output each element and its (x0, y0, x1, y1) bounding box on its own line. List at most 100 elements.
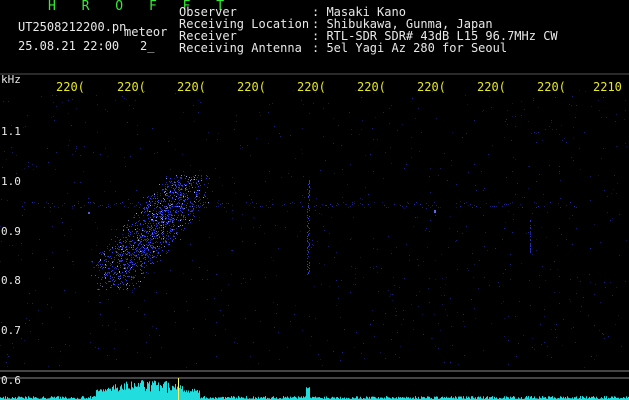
carrier-dot (534, 202, 535, 203)
carrier-dot (416, 202, 417, 203)
meteor-echo-dot (181, 211, 182, 212)
meteor-echo-dot (107, 256, 108, 257)
meteor-echo-dot (99, 289, 100, 290)
noise-dot (253, 227, 254, 228)
noise-dot (315, 210, 316, 211)
noise-dot (412, 98, 413, 99)
meteor-echo-dot (143, 272, 144, 273)
carrier-dot (88, 202, 89, 203)
noise-dot (237, 343, 238, 344)
noise-dot (394, 285, 395, 286)
spectrum-bar (586, 396, 587, 400)
meteor-echo-dot (185, 178, 186, 179)
vertical-streak-dot (308, 256, 309, 257)
noise-dot (351, 134, 352, 135)
noise-dot (25, 323, 26, 324)
noise-dot (603, 334, 604, 335)
spectrum-bar (273, 396, 274, 400)
noise-dot (355, 268, 356, 269)
carrier-dot (294, 203, 295, 204)
meteor-echo-dot (198, 205, 199, 206)
vertical-streak-dot (307, 258, 308, 259)
noise-dot (559, 166, 560, 167)
noise-dot (100, 154, 101, 155)
meteor-echo-dot (147, 227, 148, 228)
carrier-dot (468, 205, 469, 206)
noise-dot (549, 165, 550, 166)
noise-dot (127, 329, 128, 330)
noise-dot (166, 251, 167, 252)
meteor-echo-dot (157, 232, 158, 233)
meteor-echo-dot (185, 219, 186, 220)
spectrum-bar (124, 383, 125, 400)
meteor-echo-dot (120, 242, 121, 243)
spectrum-bar (173, 386, 174, 400)
noise-dot (526, 233, 527, 234)
noise-dot (125, 269, 126, 270)
meteor-echo-dot (153, 246, 154, 247)
noise-dot (505, 222, 506, 223)
noise-dot (418, 265, 419, 266)
spectrum-bar (140, 382, 141, 400)
meteor-echo-dot (161, 230, 162, 231)
noise-dot (615, 121, 616, 122)
meteor-echo-dot (172, 241, 173, 242)
noise-dot (616, 287, 617, 288)
meteor-echo-dot (135, 275, 136, 276)
noise-dot (250, 356, 251, 357)
meteor-echo-dot (177, 217, 178, 218)
meteor-echo-dot (122, 255, 123, 256)
noise-dot (302, 330, 303, 331)
meteor-echo-dot (157, 198, 158, 199)
noise-dot (370, 324, 371, 325)
noise-dot (215, 335, 216, 336)
meteor-echo-dot (117, 273, 118, 274)
spectrum-bar (626, 396, 627, 400)
noise-dot (42, 323, 43, 324)
meteor-echo-dot (156, 220, 157, 221)
noise-dot (294, 314, 295, 315)
meteor-echo-dot (158, 223, 159, 224)
spectrum-bar (549, 396, 550, 400)
carrier-dot (74, 205, 75, 206)
noise-dot (242, 214, 243, 215)
meteor-echo-dot (172, 215, 173, 216)
meteor-echo-dot (104, 255, 105, 256)
meteor-echo-dot (137, 238, 138, 239)
noise-dot (444, 362, 445, 363)
meteor-echo-dot (180, 207, 181, 208)
meteor-echo-dot (196, 192, 197, 193)
meteor-echo-dot (184, 215, 185, 216)
noise-dot (447, 180, 448, 181)
noise-dot (345, 204, 346, 205)
noise-dot (51, 307, 52, 308)
noise-dot (271, 257, 272, 258)
meteor-echo-dot (129, 252, 130, 253)
spectrum-bar (604, 396, 605, 400)
meteor-echo-dot (173, 184, 174, 185)
meteor-echo-dot (181, 206, 182, 207)
meteor-echo-dot (144, 220, 145, 221)
noise-dot (573, 327, 574, 328)
meteor-echo-dot (149, 244, 150, 245)
noise-dot (559, 292, 560, 293)
meteor-echo-dot (198, 180, 199, 181)
noise-dot (156, 292, 157, 293)
carrier-dot (346, 204, 347, 205)
meteor-echo-dot (124, 265, 125, 266)
meteor-echo-dot (183, 217, 184, 218)
noise-dot (122, 234, 123, 235)
spectrum-bar (434, 396, 435, 400)
spectrum-bar (309, 387, 310, 400)
noise-dot (124, 157, 125, 158)
meteor-echo-dot (123, 241, 124, 242)
meteor-echo-dot (140, 242, 141, 243)
noise-dot (166, 293, 167, 294)
meteor-echo-dot (181, 204, 182, 205)
noise-dot (373, 266, 374, 267)
meteor-echo-dot (132, 253, 133, 254)
carrier-dot (436, 205, 437, 206)
noise-dot (275, 225, 276, 226)
meteor-echo-dot (115, 248, 116, 249)
meteor-echo-dot (145, 240, 146, 241)
